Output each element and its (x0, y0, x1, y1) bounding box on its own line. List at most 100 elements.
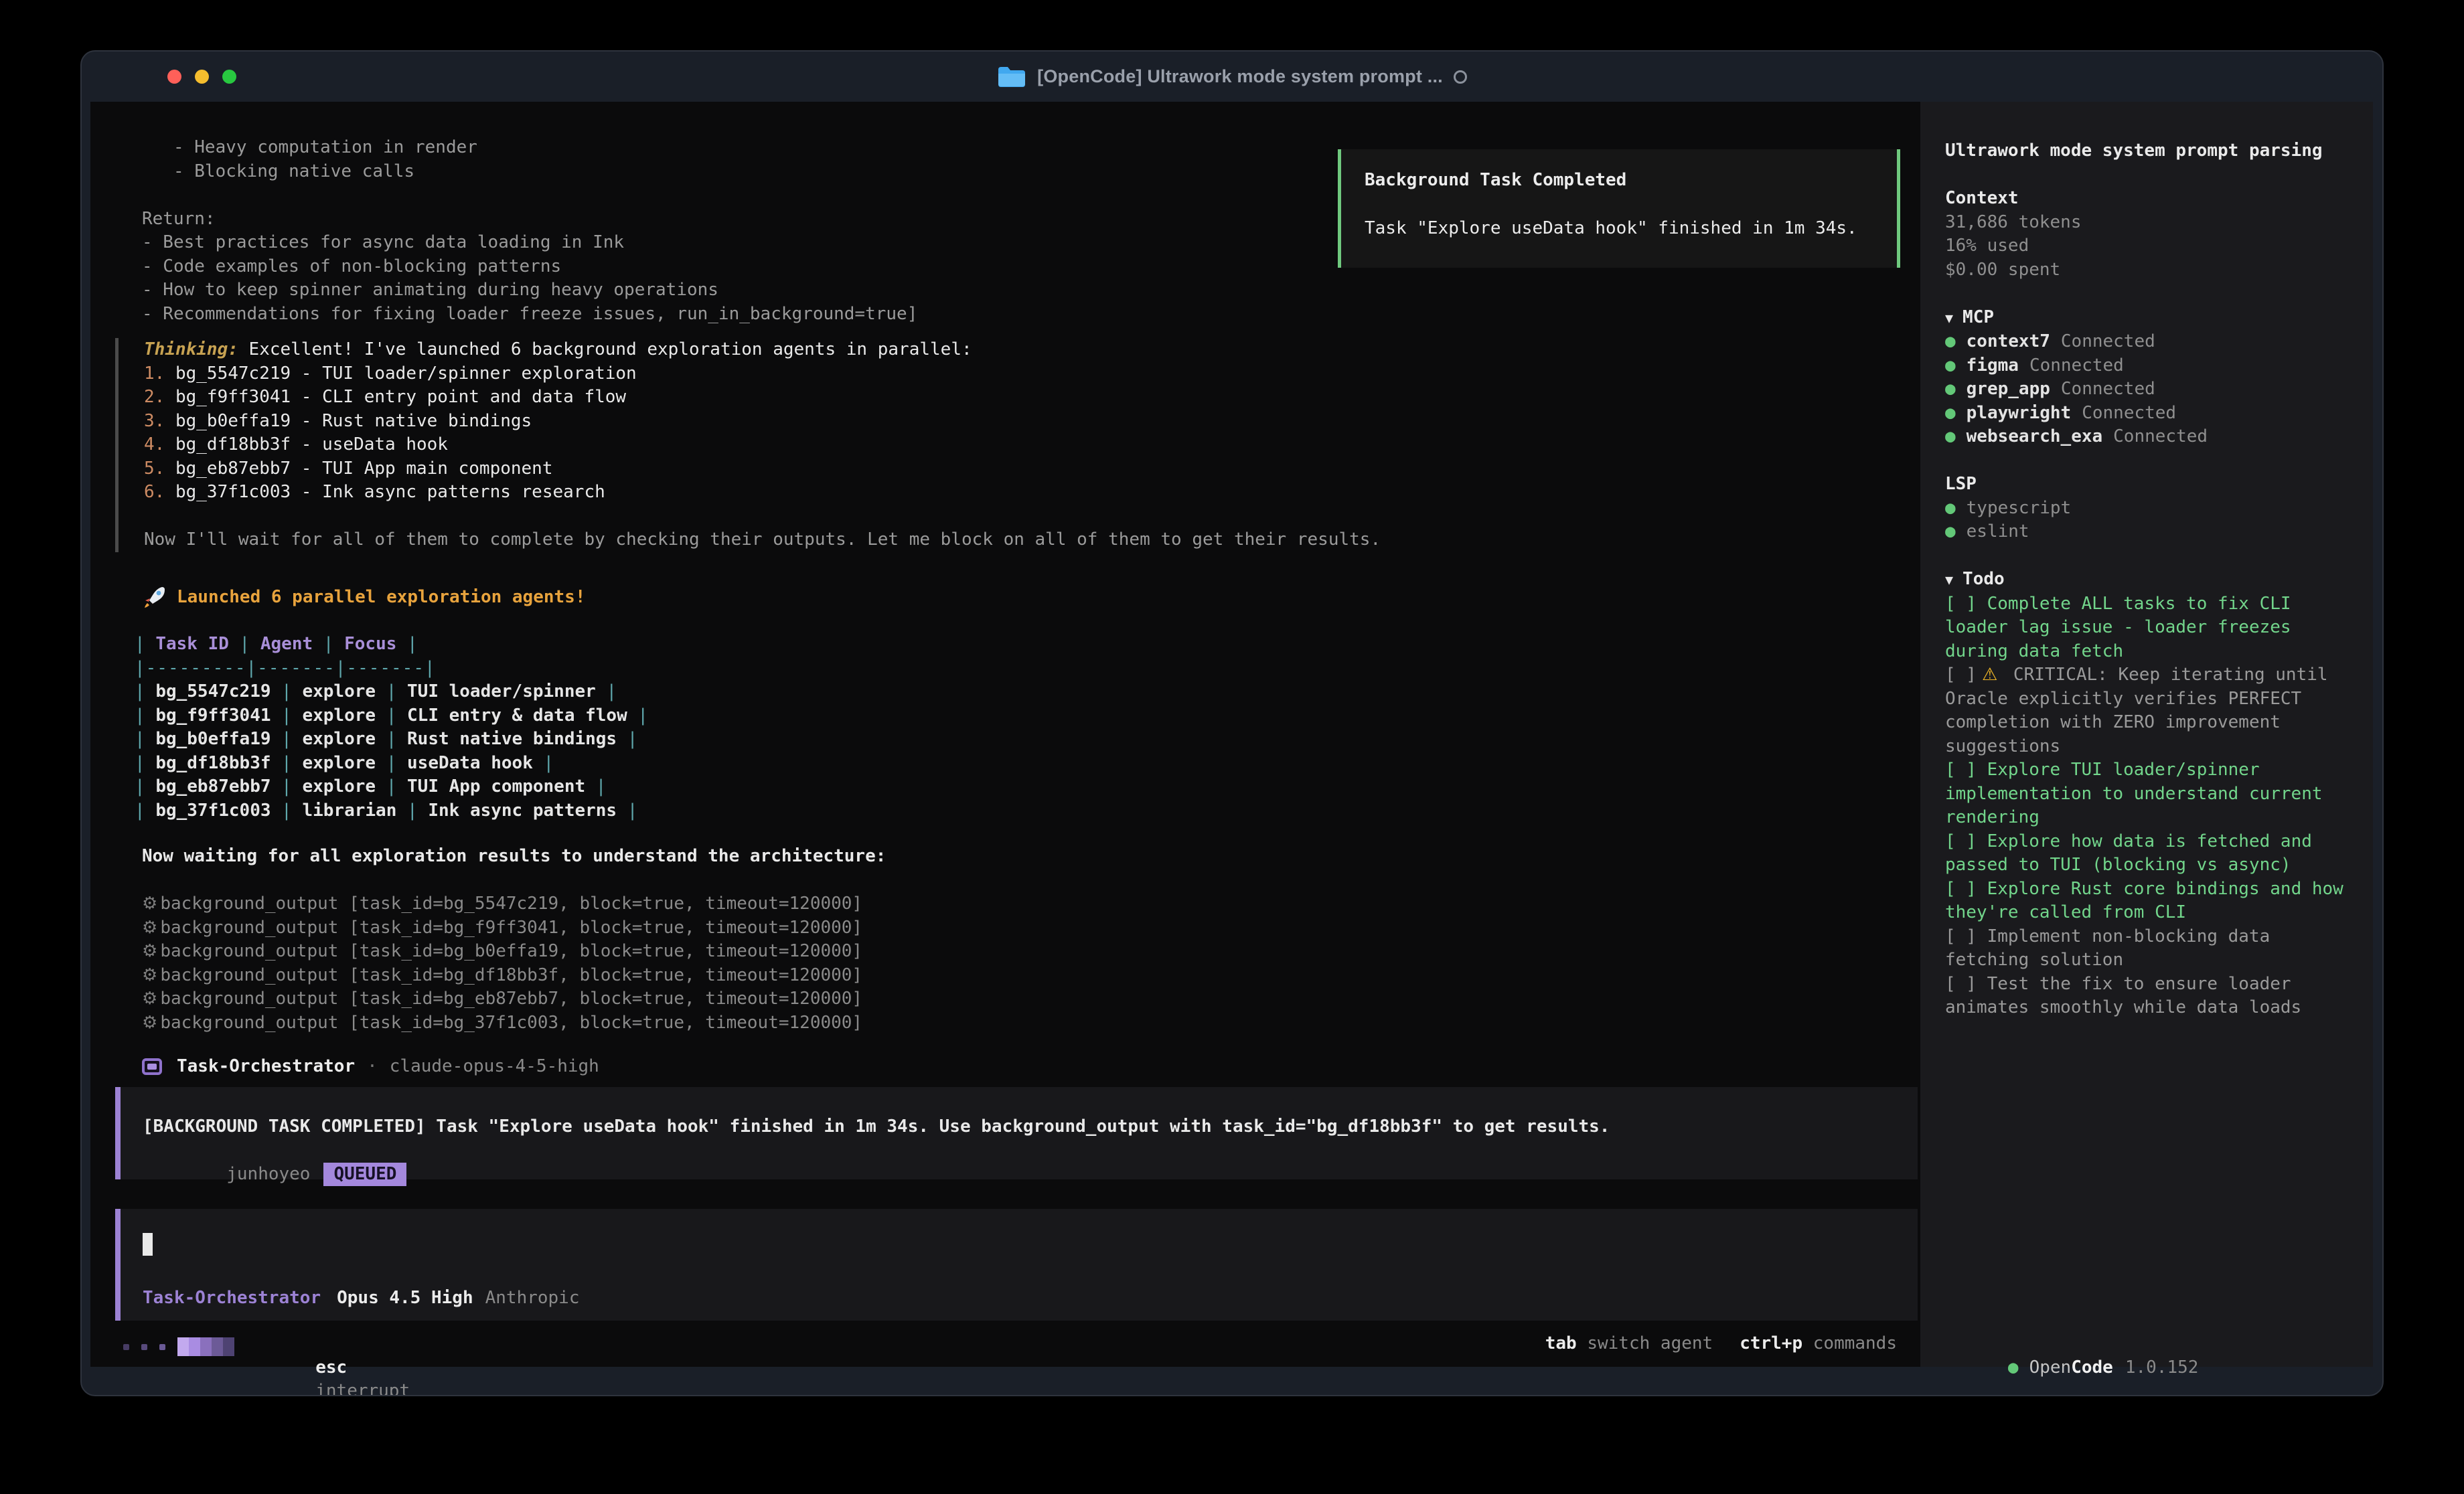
mcp-item: ●grep_appConnected (1945, 378, 2353, 402)
input-provider-name: Anthropic (485, 1288, 580, 1308)
table-row: | bg_5547c219 | explore | TUI loader/spi… (135, 680, 648, 704)
status-dot-icon: ● (1945, 426, 1956, 446)
progress-spinner (123, 1337, 234, 1356)
window-title-group: [OpenCode] Ultrawork mode system prompt … (82, 52, 2382, 102)
table-header-row: | Task ID | Agent | Focus | (135, 633, 648, 657)
spinner-segment (189, 1337, 200, 1356)
window-title: [OpenCode] Ultrawork mode system prompt … (1037, 66, 1443, 87)
table-row: | bg_f9ff3041 | explore | CLI entry & da… (135, 704, 648, 728)
launch-announcement: Launched 6 parallel exploration agents! (142, 584, 585, 610)
status-dot-icon: ● (1945, 355, 1956, 376)
text-line: Return: (142, 208, 917, 232)
gear-icon: ⚙ (142, 1013, 157, 1033)
table-row: | bg_eb87ebb7 | explore | TUI App compon… (135, 775, 648, 799)
spinner-segment (200, 1337, 212, 1356)
text-line: - Recommendations for fixing loader free… (142, 303, 917, 327)
mcp-item: ●figmaConnected (1945, 354, 2353, 378)
status-dot-icon: ● (1945, 379, 1956, 399)
list-item: 5. bg_eb87ebb7 - TUI App main component (144, 457, 1381, 481)
tool-call-line: ⚙background_output [task_id=bg_df18bb3f,… (142, 964, 862, 988)
waiting-line: Now waiting for all exploration results … (142, 845, 886, 869)
separator-dot: · (367, 1056, 378, 1076)
text-cursor (143, 1233, 153, 1256)
thinking-block: Thinking: Excellent! I've launched 6 bac… (115, 338, 1381, 552)
sidebar: Ultrawork mode system prompt parsing Con… (1920, 102, 2373, 1367)
spinner-segment (177, 1337, 189, 1356)
status-dot-icon: ● (1945, 403, 1956, 423)
chevron-down-icon: ▼ (1945, 572, 1953, 588)
status-dot-icon: ● (1945, 331, 1956, 351)
gear-icon: ⚙ (142, 965, 157, 985)
list-item: 2. bg_f9ff3041 - CLI entry point and dat… (144, 386, 1381, 410)
completed-text: [BACKGROUND TASK COMPLETED] Task "Explor… (143, 1115, 1918, 1139)
tool-call-line: ⚙background_output [task_id=bg_37f1c003,… (142, 1011, 862, 1035)
table-row: | bg_b0effa19 | explore | Rust native bi… (135, 728, 648, 752)
text-line: - Blocking native calls (142, 160, 917, 184)
tool-call-list: ⚙background_output [task_id=bg_5547c219,… (142, 892, 862, 1035)
todo-item: [ ] Explore TUI loader/spinner implement… (1945, 758, 2353, 830)
todo-item: [ ]⚠ CRITICAL: Keep iterating until Orac… (1945, 663, 2353, 758)
input-agent-name[interactable]: Task-Orchestrator (143, 1288, 321, 1308)
todo-item: [ ] Complete ALL tasks to fix CLI loader… (1945, 592, 2353, 664)
lsp-item: ●typescript (1945, 497, 2353, 521)
context-spent: $0.00 spent (1945, 258, 2353, 282)
todo-item: [ ] Implement non-blocking data fetching… (1945, 925, 2353, 973)
chevron-down-icon: ▼ (1945, 310, 1953, 326)
notification-title: Background Task Completed (1365, 168, 1897, 192)
switch-agent-hint: tab switch agent (1545, 1332, 1713, 1356)
blank-line (1945, 544, 2353, 568)
blank-line (144, 505, 1381, 529)
spinner-dot (123, 1344, 129, 1350)
rocket-icon (142, 584, 167, 610)
thinking-label: Thinking: (144, 339, 238, 359)
text-line: - Heavy computation in render (142, 136, 917, 160)
table-row: | bg_df18bb3f | explore | useData hook | (135, 752, 648, 776)
gear-icon: ⚙ (142, 989, 157, 1009)
tool-call-line: ⚙background_output [task_id=bg_eb87ebb7,… (142, 987, 862, 1011)
completed-meta: junhoyeoQUEUED (143, 1139, 1918, 1211)
gear-icon: ⚙ (142, 918, 157, 938)
todo-item: [ ] Test the fix to ensure loader animat… (1945, 973, 2353, 1020)
status-dot-icon: ● (2008, 1357, 2019, 1378)
gear-icon: ⚙ (142, 894, 157, 914)
agent-avatar-icon (142, 1058, 162, 1075)
tool-call-line: ⚙background_output [task_id=bg_b0effa19,… (142, 940, 862, 964)
blank-line (1945, 449, 2353, 473)
blank-line (142, 183, 917, 208)
mcp-item: ●playwrightConnected (1945, 402, 2353, 426)
esc-key-label: esc (315, 1357, 347, 1378)
context-section-title: Context (1945, 187, 2353, 211)
lsp-section-title: LSP (1945, 473, 2353, 497)
lsp-item: ●eslint (1945, 520, 2353, 544)
status-bar: esc interrupt tab switch agent ctrl+p co… (90, 1332, 1920, 1361)
document-proxy-icon[interactable] (1454, 70, 1467, 84)
title-bar[interactable]: [OpenCode] Ultrawork mode system prompt … (82, 52, 2382, 102)
brand-name: Open (2029, 1357, 2072, 1378)
spinner-dot (159, 1344, 165, 1350)
background-task-completed-message: [BACKGROUND TASK COMPLETED] Task "Explor… (115, 1087, 1918, 1179)
spinner-segment (212, 1337, 223, 1356)
mcp-section-header[interactable]: ▼MCP (1945, 306, 2353, 331)
input-agent-info: Task-Orchestrator Opus 4.5 High Anthropi… (143, 1288, 580, 1308)
gear-icon: ⚙ (142, 941, 157, 961)
status-dot-icon: ● (1945, 521, 1956, 542)
input-model-name[interactable]: Opus 4.5 High (337, 1288, 473, 1308)
warning-icon: ⚠ (1982, 665, 1997, 685)
interrupt-hint: esc interrupt (232, 1332, 410, 1396)
prompt-input[interactable]: Task-Orchestrator Opus 4.5 High Anthropi… (115, 1209, 1918, 1321)
wait-line: Now I'll wait for all of them to complet… (144, 528, 1381, 552)
table-separator-row: |---------|-------|-------| (135, 657, 648, 681)
app-window: [OpenCode] Ultrawork mode system prompt … (80, 50, 2384, 1396)
agent-signature: Task-Orchestrator · claude-opus-4-5-high (142, 1056, 599, 1076)
context-tokens: 31,686 tokens (1945, 211, 2353, 235)
toast-notification[interactable]: Background Task Completed Task "Explore … (1338, 149, 1900, 268)
todo-section-header[interactable]: ▼Todo (1945, 568, 2353, 592)
blank-line (1945, 163, 2353, 187)
text-line: - Code examples of non-blocking patterns (142, 255, 917, 279)
spinner-dot (141, 1344, 147, 1350)
agent-name: Task-Orchestrator (177, 1056, 355, 1076)
list-item: 6. bg_37f1c003 - Ink async patterns rese… (144, 481, 1381, 505)
tasks-table: | Task ID | Agent | Focus | |---------|-… (135, 633, 648, 823)
todo-item: [ ] Explore how data is fetched and pass… (1945, 830, 2353, 878)
todo-item: [ ] Explore Rust core bindings and how t… (1945, 878, 2353, 925)
